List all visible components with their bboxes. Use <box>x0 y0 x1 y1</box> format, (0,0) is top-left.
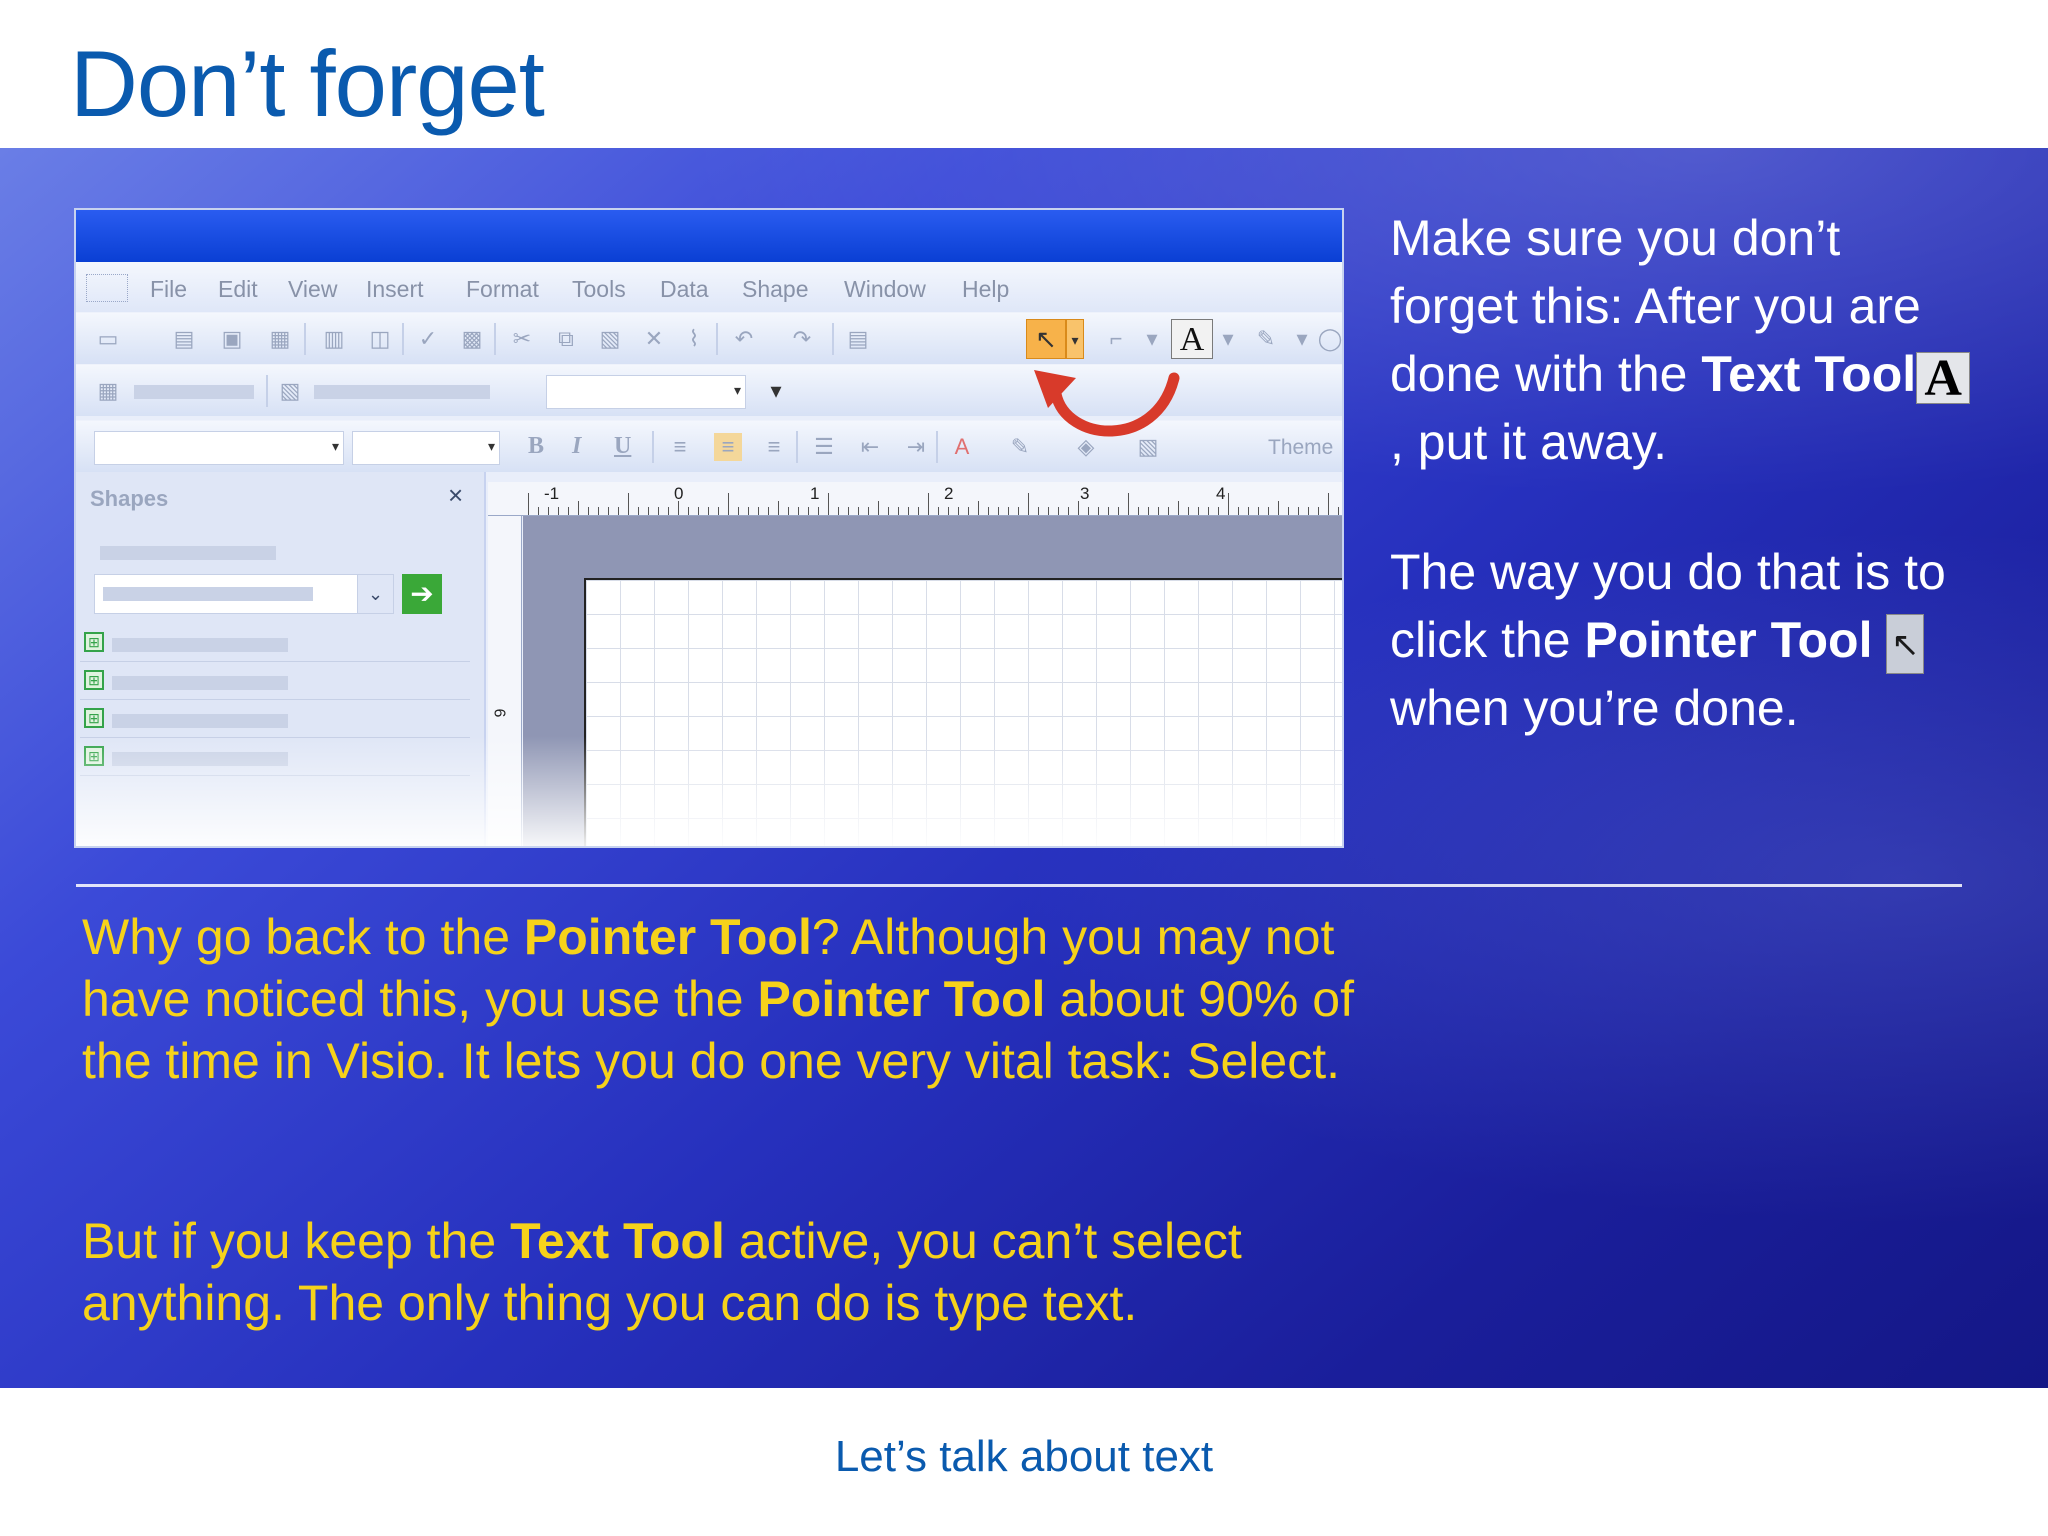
instruction-text: The way you do that is to click the Poin… <box>1390 544 1946 736</box>
explanation-paragraph: Why go back to the Pointer Tool? Althoug… <box>82 909 1354 1089</box>
explanation-paragraph: But if you keep the Text Tool active, yo… <box>82 1213 1242 1331</box>
slide-title: Don’t forget <box>70 31 545 136</box>
pointer-tool-icon: ↖ <box>1886 613 1925 674</box>
slide-footer: Let’s talk about text <box>834 1432 1214 1481</box>
divider-line <box>76 884 1962 887</box>
callout-arrow <box>1034 370 1180 437</box>
text-tool-icon: A <box>1916 351 1971 404</box>
instruction-text: Make sure you don’t forget this: After y… <box>1390 204 1980 476</box>
visio-screenshot: File Edit View Insert Format Tools Data … <box>74 208 1344 848</box>
